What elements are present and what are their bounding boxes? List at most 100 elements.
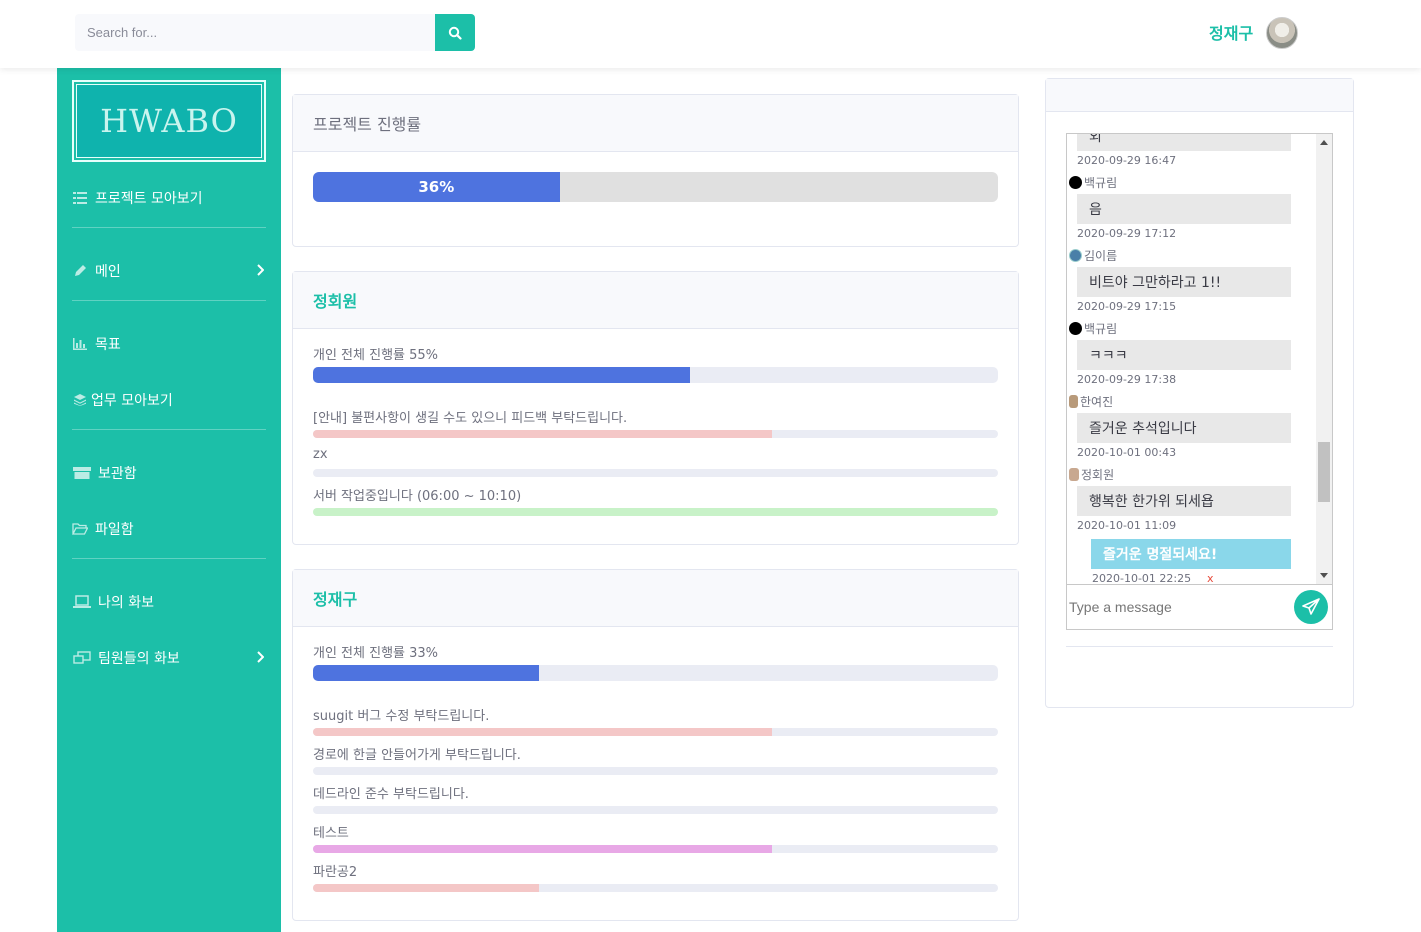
sender-name: 정회원 [1081,468,1115,482]
scroll-up-arrow[interactable] [1320,140,1328,145]
user-name[interactable]: 정재구 [1209,20,1253,44]
laptop-icon [72,594,91,610]
chat-timestamp: 2020-09-29 17:15 [1077,300,1177,313]
sidebar-item-main[interactable]: 메인 [72,259,266,283]
search-input[interactable] [75,14,435,51]
task-progress-bar [313,806,998,814]
overall-progress-fill [313,665,540,681]
project-progress-bar: 36% [313,172,998,202]
chat-input-row [1067,584,1332,629]
folder-icon [72,521,88,537]
overall-progress-label: 개인 전체 진행률 33% [313,646,439,661]
chat-timestamp: 2020-09-29 16:47 [1077,154,1177,167]
chat-scrollbar[interactable] [1316,134,1332,584]
sidebar-item-label: 업무 모아보기 [91,393,173,409]
chevron-right-icon [257,651,264,663]
overall-progress-bar [313,665,998,681]
chat-bubble: 외 [1077,134,1291,151]
chat-timestamp: 2020-10-01 11:09 [1077,519,1177,532]
sidebar-item-label: 팀원들의 화보 [98,651,180,667]
task-progress-bar [313,884,998,892]
sender-avatar [1069,176,1082,189]
chat-timestamp: 2020-09-29 17:12 [1077,227,1177,240]
chat-sender: 한여진 [1069,393,1113,410]
sidebar: HWABO 프로젝트 모아보기 메인 목표 업무 모아보기 보관함 파일함 나의… [57,68,281,932]
task-progress-bar [313,845,998,853]
send-button[interactable] [1294,590,1328,624]
chat-bubble: 행복한 한가위 되세욥 [1077,486,1291,516]
task-label: 파란공2 [313,865,358,880]
sidebar-item-label: 목표 [95,337,121,353]
delete-message-button[interactable]: x [1207,572,1214,584]
task-label: 테스트 [313,826,349,841]
sidebar-item-goals[interactable]: 목표 [72,332,266,356]
sidebar-item-tasks[interactable]: 업무 모아보기 [72,388,266,412]
divider [72,227,266,228]
task-progress-bar [313,728,998,736]
logo[interactable]: HWABO [72,80,266,162]
sender-avatar [1069,468,1079,481]
chat-sender: 김이름 [1069,247,1117,264]
task-label: 경로에 한글 안들어가게 부탁드립니다. [313,748,521,763]
task-label: zx [313,447,328,462]
list-icon [72,190,88,206]
chat-sender: 백규림 [1069,320,1117,337]
task-progress-bar [313,508,998,516]
member-card: 정재구 개인 전체 진행률 33% suugit 버그 수정 부탁드립니다. 경… [292,569,1019,921]
overall-progress-fill [313,367,690,383]
sender-name: 한여진 [1080,395,1114,409]
send-icon [1302,598,1320,615]
chat-box: 외 2020-09-29 16:47 백규림 음 2020-09-29 17:1… [1066,133,1333,630]
scroll-thumb[interactable] [1318,442,1330,502]
sender-avatar [1069,322,1082,335]
divider [72,429,266,430]
chat-messages[interactable]: 외 2020-09-29 16:47 백규림 음 2020-09-29 17:1… [1067,134,1317,584]
sidebar-item-archive[interactable]: 보관함 [72,461,266,485]
divider [1066,646,1333,647]
chat-timestamp: 2020-10-01 22:25 [1092,572,1192,584]
task-label: 데드라인 준수 부탁드립니다. [313,787,469,802]
chat-bubble-mine: 즐거운 명절되세요! [1091,539,1291,569]
layers-icon [72,392,88,408]
avatar[interactable] [1266,17,1298,49]
member-name: 정회원 [293,272,1018,329]
task-progress-bar [313,469,998,477]
task-progress-fill [313,845,772,853]
chat-bubble: 비트야 그만하라고 1!! [1077,267,1291,297]
card-title: 프로젝트 진행률 [293,95,1018,152]
sidebar-item-my-hwabo[interactable]: 나의 화보 [72,590,266,614]
task-progress-fill [313,508,998,516]
sender-name: 김이름 [1084,249,1118,263]
chat-sender: 백규림 [1069,174,1117,191]
task-progress-fill [313,430,772,438]
task-progress-fill [313,884,540,892]
chat-bubble: ㅋㅋㅋ [1077,340,1291,370]
chat-timestamp: 2020-09-29 17:38 [1077,373,1177,386]
search-button[interactable] [435,14,475,51]
task-progress-fill [313,728,772,736]
member-card: 정회원 개인 전체 진행률 55% [안내] 불편사항이 생길 수도 있으니 피… [292,271,1019,545]
divider [72,558,266,559]
chat-panel: 외 2020-09-29 16:47 백규림 음 2020-09-29 17:1… [1045,78,1354,708]
divider [72,300,266,301]
logo-text: HWABO [100,102,238,140]
search-icon [448,26,462,40]
project-progress-card: 프로젝트 진행률 36% [292,94,1019,247]
sidebar-item-team-hwabo[interactable]: 팀원들의 화보 [72,646,266,670]
chat-sender: 정회원 [1069,466,1114,483]
sidebar-item-files[interactable]: 파일함 [72,517,266,541]
desktop-icon [72,650,91,666]
chat-header [1046,79,1353,112]
sidebar-item-projects[interactable]: 프로젝트 모아보기 [72,186,266,210]
topbar: 정재구 [0,0,1421,68]
chat-message-input[interactable] [1069,593,1289,621]
sender-avatar [1069,395,1078,408]
scroll-down-arrow[interactable] [1320,573,1328,578]
task-label: [안내] 불편사항이 생길 수도 있으니 피드백 부탁드립니다. [313,411,628,426]
task-progress-bar [313,767,998,775]
chart-icon [72,336,88,352]
overall-progress-bar [313,367,998,383]
pencil-icon [72,263,88,279]
sidebar-item-label: 파일함 [95,522,134,538]
task-progress-bar [313,430,998,438]
